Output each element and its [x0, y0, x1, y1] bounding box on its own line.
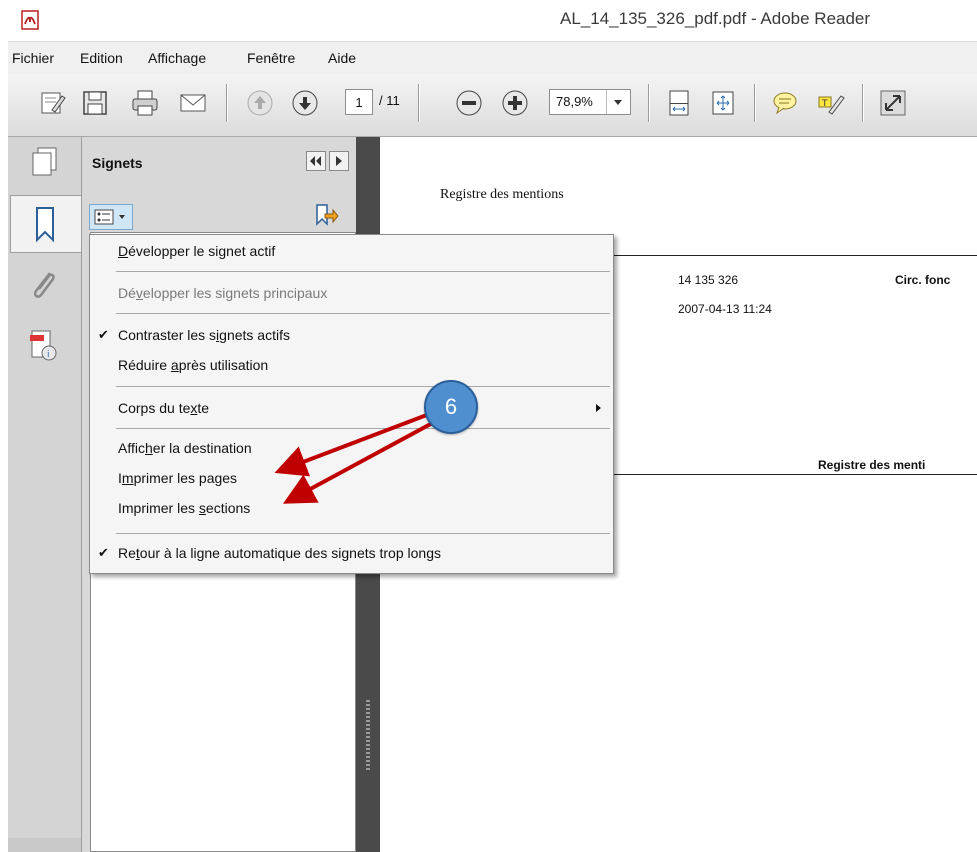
splitter-grip[interactable] — [366, 700, 370, 770]
menu-affichage[interactable]: Affichage — [148, 50, 206, 66]
attachments-icon[interactable] — [22, 263, 66, 307]
menu-fichier[interactable]: Fichier — [12, 50, 54, 66]
menu-item-expand-current[interactable]: Développer le signet actif — [90, 238, 613, 266]
checkmark-icon: ✔ — [98, 545, 109, 560]
zoom-level-value: 78,9% — [556, 94, 593, 109]
menu-fenetre[interactable]: Fenêtre — [247, 50, 295, 66]
menu-item-print-sections[interactable]: Imprimer les sections — [90, 495, 613, 523]
page-down-icon[interactable] — [290, 88, 320, 118]
comment-icon[interactable] — [770, 88, 800, 118]
document-header: Registre des mentions — [440, 187, 564, 202]
bookmarks-icon[interactable] — [10, 195, 81, 253]
security-icon[interactable]: i — [22, 323, 66, 367]
zoom-in-icon[interactable] — [500, 88, 530, 118]
panel-title: Signets — [92, 155, 143, 171]
save-icon[interactable] — [80, 88, 110, 118]
menu-item-print-pages[interactable]: Imprimer les pages — [90, 465, 613, 493]
page-total: / 11 — [379, 93, 400, 108]
adobe-reader-logo-icon — [20, 10, 40, 30]
menu-item-text-size[interactable]: Corps du texte — [90, 395, 613, 423]
document-section-title: Registre des menti — [818, 458, 926, 472]
fit-page-icon[interactable] — [664, 88, 694, 118]
menu-aide[interactable]: Aide — [328, 50, 356, 66]
menu-item-highlight-current[interactable]: ✔ Contraster les signets actifs — [90, 322, 613, 350]
bookmark-options-button[interactable] — [89, 204, 133, 230]
menu-item-wrap-long-bookmarks[interactable]: ✔ Retour à la ligne automatique des sign… — [90, 540, 613, 568]
document-circ: Circ. fonc — [895, 273, 951, 287]
menu-bar: Fichier Edition Affichage Fenêtre Aide — [8, 41, 977, 75]
zoom-dropdown-icon[interactable] — [614, 100, 622, 105]
print-icon[interactable] — [130, 88, 160, 118]
document-datetime: 2007-04-13 11:24 — [678, 302, 772, 316]
page-number-input[interactable] — [345, 89, 373, 115]
menu-item-expand-top-level: Développer les signets principaux — [118, 285, 328, 301]
pages-icon[interactable] — [22, 143, 66, 187]
window-title: AL_14_135_326_pdf.pdf - Adobe Reader — [560, 9, 871, 28]
document-reference: 14 135 326 — [678, 273, 739, 287]
email-icon[interactable] — [178, 88, 208, 118]
menu-item-hide-after-use[interactable]: Réduire après utilisation — [90, 352, 613, 380]
highlight-icon[interactable]: T — [816, 88, 846, 118]
toolbar: / 11 78,9% T — [8, 74, 977, 137]
navigation-rail: i — [8, 137, 82, 852]
zoom-out-icon[interactable] — [454, 88, 484, 118]
checkmark-icon: ✔ — [98, 327, 109, 342]
bookmark-options-menu: Développer le signet actif Développer le… — [89, 234, 614, 574]
zoom-level-select[interactable]: 78,9% — [549, 89, 631, 115]
submenu-arrow-icon — [596, 404, 601, 412]
page-up-icon[interactable] — [245, 88, 275, 118]
step-number-badge: 6 — [424, 380, 478, 434]
menu-item-show-destination[interactable]: Afficher la destination — [90, 435, 613, 463]
menu-edition[interactable]: Edition — [80, 50, 123, 66]
expand-panel-icon[interactable] — [329, 151, 349, 171]
new-bookmark-icon[interactable] — [311, 202, 339, 228]
svg-text:i: i — [47, 350, 50, 360]
collapse-panel-icon[interactable] — [306, 151, 326, 171]
edit-icon[interactable] — [38, 88, 68, 118]
svg-text:T: T — [821, 99, 828, 109]
fullscreen-icon[interactable] — [878, 88, 908, 118]
fit-width-icon[interactable] — [708, 88, 738, 118]
